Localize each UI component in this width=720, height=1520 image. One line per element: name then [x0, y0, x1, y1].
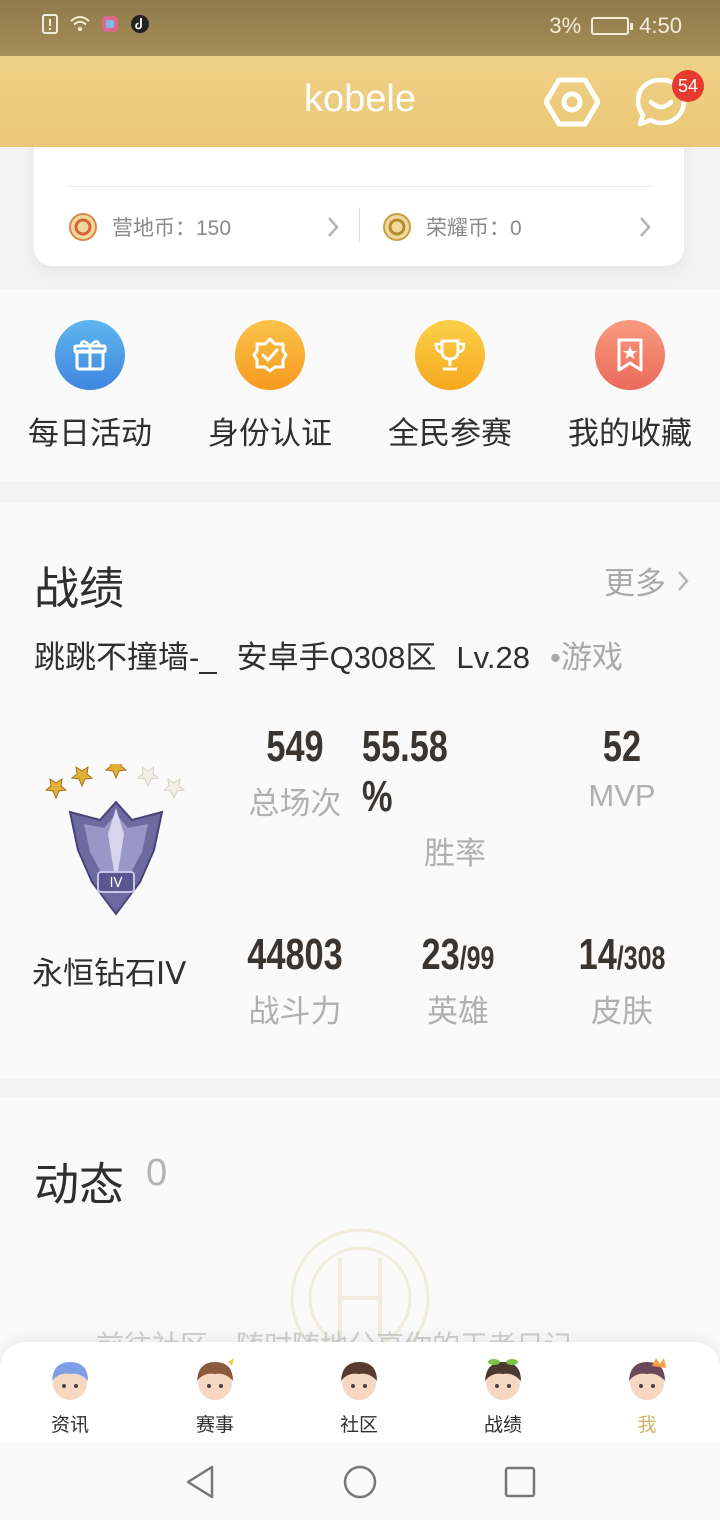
- player-name: 跳跳不撞墙-_: [34, 640, 217, 675]
- stat-value: 549: [266, 722, 324, 771]
- wifi-icon: [70, 16, 90, 31]
- action-label: 我的收藏: [568, 416, 692, 452]
- tab-news[interactable]: 资讯: [20, 1356, 120, 1437]
- sim-alert-icon: [42, 14, 58, 34]
- record-section: 战绩 更多 跳跳不撞墙-_ 安卓手Q308区 Lv.28 •游戏 IV 永恒钻石IV …: [0, 502, 720, 1078]
- message-badge: 54: [672, 70, 704, 102]
- stat-label: 战斗力: [248, 994, 342, 1030]
- stat-label: 英雄: [427, 994, 489, 1030]
- player-level: Lv.28: [456, 640, 530, 675]
- tab-me[interactable]: 我: [597, 1356, 697, 1437]
- dynamics-count: 0: [146, 1152, 168, 1194]
- stat-value: 44803: [247, 930, 343, 979]
- stat-label: 皮肤: [591, 994, 653, 1030]
- stat-value: 52: [602, 722, 642, 771]
- battery-percent: 3%: [549, 13, 582, 38]
- status-right: 3% 4:50: [549, 13, 682, 39]
- bottom-tab-bar: 资讯 赛事 社区 战绩 我: [0, 1342, 720, 1442]
- rank-emblem-icon: IV: [44, 764, 186, 916]
- honor-coin-icon: [383, 213, 411, 241]
- camp-coin-row[interactable]: 营地币：150: [68, 212, 231, 242]
- settings-icon[interactable]: [544, 76, 600, 128]
- chevron-right-icon[interactable]: [326, 216, 340, 238]
- stat-total-games: 549 总场次: [215, 722, 375, 823]
- game-tag: •游戏: [549, 640, 623, 675]
- stat-label: 总场次: [248, 786, 342, 822]
- more-link[interactable]: 更多: [604, 558, 690, 603]
- battery-icon: [591, 17, 634, 35]
- stat-label: MVP: [588, 778, 656, 813]
- bookmark-star-icon: [595, 320, 665, 390]
- page-title: kobele: [304, 78, 416, 120]
- home-icon[interactable]: [340, 1462, 380, 1502]
- svg-text:IV: IV: [110, 876, 123, 891]
- app-notification-icon: [102, 16, 118, 32]
- card-divider: [68, 186, 652, 187]
- back-icon[interactable]: [180, 1462, 220, 1502]
- stat-value: 23/99: [421, 930, 495, 979]
- chevron-right-icon[interactable]: [638, 216, 652, 238]
- action-identity-verification[interactable]: 身份认证: [180, 320, 360, 453]
- action-my-favorites[interactable]: 我的收藏: [540, 320, 720, 453]
- avatar-leaf-hair-icon: [485, 1359, 521, 1400]
- stat-mvp: 52 MVP: [542, 722, 702, 814]
- action-daily-activity[interactable]: 每日活动: [0, 320, 180, 453]
- stat-win-rate: 55.58% 胜率: [362, 722, 512, 873]
- avatar-crown-icon: [629, 1358, 666, 1400]
- camp-coin-icon: [69, 213, 97, 241]
- tab-label: 战绩: [483, 1414, 522, 1436]
- system-nav-bar: [0, 1442, 720, 1520]
- camp-coin-label: 营地币：150: [112, 216, 232, 240]
- more-label: 更多: [604, 566, 666, 602]
- recents-icon[interactable]: [500, 1462, 540, 1502]
- player-info[interactable]: 跳跳不撞墙-_ 安卓手Q308区 Lv.28 •游戏: [34, 632, 694, 677]
- action-label: 每日活动: [28, 416, 152, 452]
- section-title: 战绩: [34, 562, 125, 615]
- stat-label: 胜率: [424, 836, 486, 872]
- tab-label: 我: [637, 1414, 657, 1436]
- honor-coin-label: 荣耀币：0: [426, 216, 522, 240]
- chevron-right-icon: [678, 570, 689, 591]
- status-icons: [40, 14, 150, 34]
- tab-label: 资讯: [50, 1414, 89, 1436]
- tab-label: 赛事: [195, 1414, 234, 1436]
- avatar-brown-hair-icon: [197, 1358, 234, 1400]
- avatar-dark-hair-icon: [341, 1362, 377, 1400]
- verified-badge-icon: [235, 320, 305, 390]
- coin-separator: [359, 208, 360, 242]
- server-name: 安卓手Q308区: [236, 640, 437, 675]
- stat-value: 14/308: [578, 930, 666, 979]
- action-tournament[interactable]: 全民参赛: [360, 320, 540, 453]
- action-label: 全民参赛: [388, 416, 512, 452]
- section-title: 动态: [34, 1158, 125, 1211]
- tab-events[interactable]: 赛事: [165, 1356, 265, 1437]
- tiktok-icon: [131, 15, 149, 33]
- tab-community[interactable]: 社区: [309, 1356, 409, 1437]
- tab-label: 社区: [339, 1414, 378, 1436]
- quick-actions: 每日活动 身份认证 全民参赛 我的收藏: [0, 290, 720, 482]
- action-label: 身份认证: [208, 416, 332, 452]
- trophy-icon: [415, 320, 485, 390]
- clock: 4:50: [639, 13, 682, 38]
- tab-record[interactable]: 战绩: [453, 1356, 553, 1437]
- app-header: kobele: [0, 56, 720, 147]
- avatar-blue-hair-icon: [52, 1362, 88, 1400]
- rank-name: 永恒钻石IV: [32, 956, 187, 992]
- stat-heroes[interactable]: 23/99 英雄: [378, 930, 538, 1031]
- gift-icon: [55, 320, 125, 390]
- stat-power: 44803 战斗力: [215, 930, 375, 1031]
- stat-skins[interactable]: 14/308 皮肤: [542, 930, 702, 1031]
- stat-value: 55.58%: [362, 722, 448, 821]
- honor-coin-row[interactable]: 荣耀币：0: [382, 212, 522, 242]
- dynamics-section: 动态 0 前往社区，随时随地分享你的王者日记: [0, 1098, 720, 1362]
- status-bar: 3% 4:50: [0, 0, 720, 56]
